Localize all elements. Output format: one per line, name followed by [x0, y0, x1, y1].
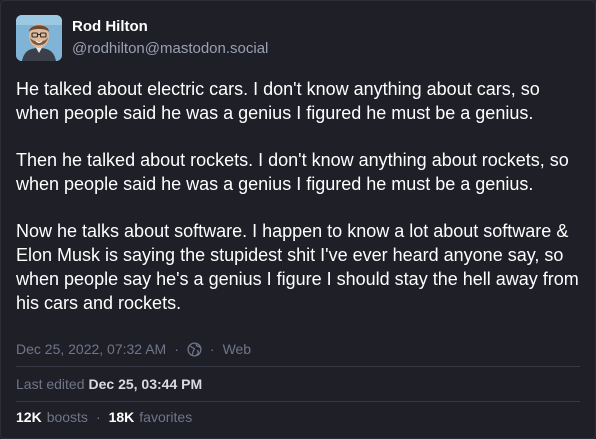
- boosts-label[interactable]: boosts: [47, 409, 88, 425]
- post-paragraph: He talked about electric cars. I don't k…: [16, 79, 540, 123]
- user-avatar-portrait-icon: [16, 15, 62, 61]
- post-content: He talked about electric cars. I don't k…: [16, 77, 586, 338]
- favorites-count[interactable]: 18K: [109, 409, 135, 425]
- post-paragraph: Then he talked about rockets. I don't kn…: [16, 150, 569, 194]
- meta-separator: ·: [209, 341, 215, 357]
- divider: [16, 401, 580, 402]
- stats-separator: ·: [95, 409, 101, 425]
- post-timestamp[interactable]: Dec 25, 2022, 07:32 AM: [16, 341, 166, 357]
- edit-history[interactable]: Last edited Dec 25, 03:44 PM: [16, 374, 202, 394]
- display-name[interactable]: Rod Hilton: [72, 17, 268, 37]
- post-paragraph: Now he talks about software. I happen to…: [16, 221, 579, 313]
- post-application: Web: [222, 341, 252, 357]
- edited-date: Dec 25, 03:44 PM: [88, 376, 203, 392]
- divider: [16, 366, 580, 367]
- boosts-count[interactable]: 12K: [16, 409, 42, 425]
- account-handle[interactable]: @rodhilton@mastodon.social: [72, 39, 268, 59]
- post-header: Rod Hilton @rodhilton@mastodon.social: [16, 15, 268, 61]
- meta-separator: ·: [174, 341, 179, 357]
- edited-label: Last edited: [16, 376, 85, 392]
- post-card: Rod Hilton @rodhilton@mastodon.social He…: [0, 0, 596, 439]
- author-names: Rod Hilton @rodhilton@mastodon.social: [72, 17, 268, 59]
- favorites-label[interactable]: favorites: [139, 409, 192, 425]
- post-meta: Dec 25, 2022, 07:32 AM · · Web: [16, 339, 251, 359]
- globe-icon: [187, 341, 202, 357]
- post-stats: 12K boosts · 18K favorites: [16, 407, 192, 427]
- avatar[interactable]: [16, 15, 62, 61]
